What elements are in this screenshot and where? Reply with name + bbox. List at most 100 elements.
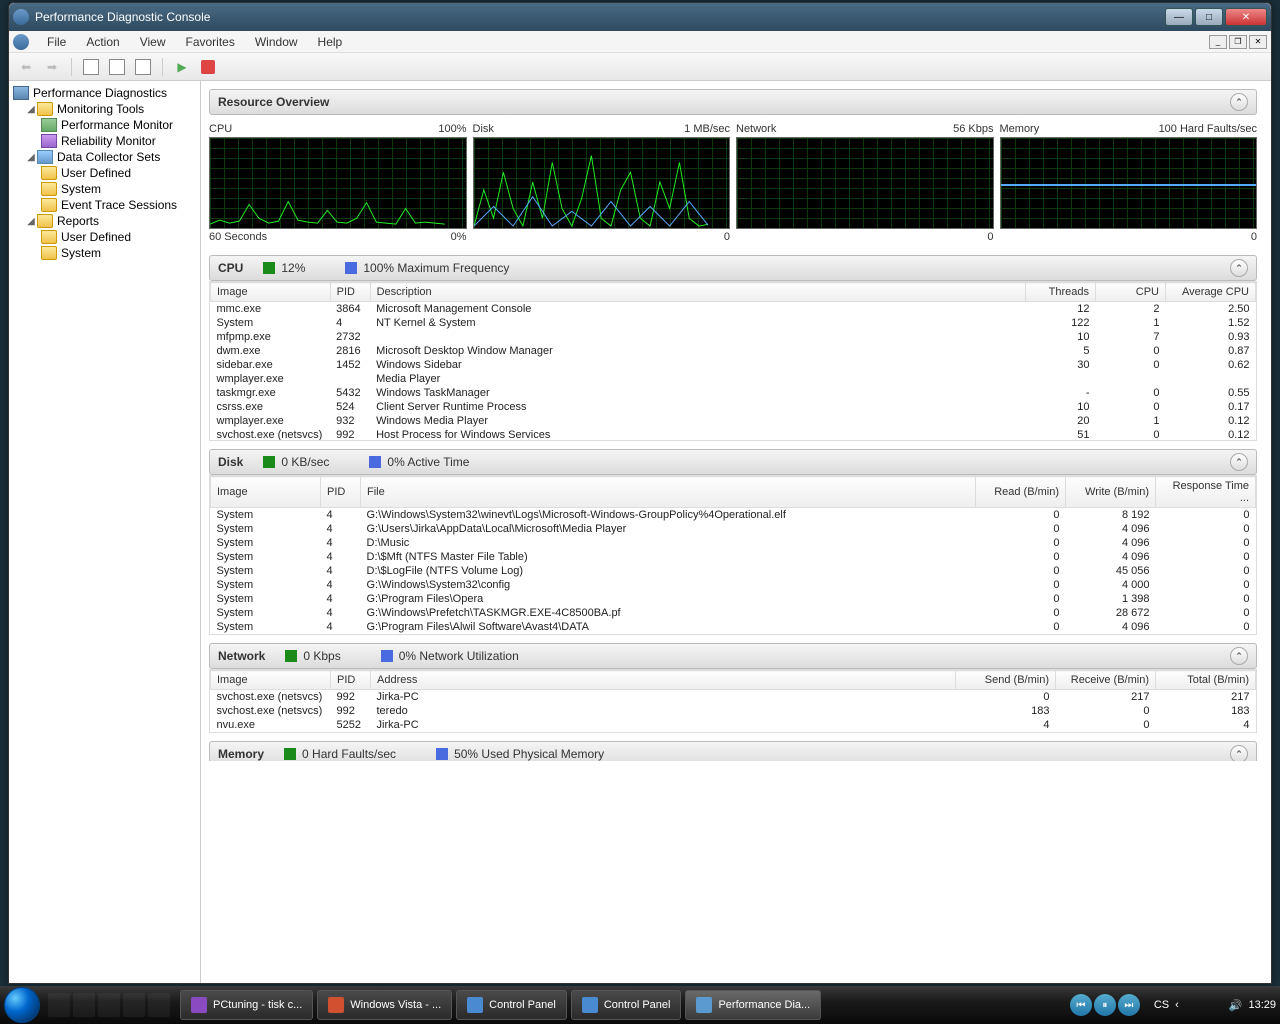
table-row[interactable]: taskmgr.exe5432Windows TaskManager-00.55 bbox=[211, 386, 1256, 400]
tree-reports[interactable]: ◢Reports bbox=[11, 213, 198, 229]
table-row[interactable]: csrss.exe524Client Server Runtime Proces… bbox=[211, 400, 1256, 414]
taskbar-item[interactable]: Windows Vista - ... bbox=[317, 990, 452, 1020]
minimize-button[interactable]: — bbox=[1165, 8, 1193, 26]
table-row[interactable]: svchost.exe (netsvcs)992teredo1830183 bbox=[211, 704, 1256, 718]
taskbar[interactable]: PCtuning - tisk c...Windows Vista - ...C… bbox=[0, 986, 1280, 1024]
table-row[interactable]: System4G:\Program Files\Opera01 3980 bbox=[211, 592, 1256, 606]
table-row[interactable]: System4G:\Windows\Prefetch\TASKMGR.EXE-4… bbox=[211, 606, 1256, 620]
tree-user-defined[interactable]: User Defined bbox=[11, 165, 198, 181]
quick-launch-button[interactable] bbox=[148, 993, 170, 1017]
collapse-icon[interactable]: ⌃ bbox=[1230, 259, 1248, 277]
start-button[interactable] bbox=[4, 987, 40, 1023]
cpu-table-wrap[interactable]: Image PID Description Threads CPU Averag… bbox=[209, 281, 1257, 441]
mdi-restore-button[interactable]: ❐ bbox=[1229, 35, 1247, 49]
menu-view[interactable]: View bbox=[130, 33, 176, 51]
tree-system[interactable]: System bbox=[11, 181, 198, 197]
tree-reports-user-defined[interactable]: User Defined bbox=[11, 229, 198, 245]
menu-action[interactable]: Action bbox=[76, 33, 129, 51]
table-row[interactable]: dwm.exe2816Microsoft Desktop Window Mana… bbox=[211, 344, 1256, 358]
forward-button[interactable]: ➡ bbox=[41, 56, 63, 78]
collapse-icon[interactable]: ⌃ bbox=[1230, 453, 1248, 471]
col-image[interactable]: Image bbox=[211, 477, 321, 508]
tree-root[interactable]: Performance Diagnostics bbox=[11, 85, 198, 101]
table-row[interactable]: System4D:\Music04 0960 bbox=[211, 536, 1256, 550]
col-threads[interactable]: Threads bbox=[1026, 283, 1096, 302]
tree-monitoring-tools[interactable]: ◢Monitoring Tools bbox=[11, 101, 198, 117]
volume-icon[interactable]: 🔊 bbox=[1229, 999, 1243, 1012]
col-resp[interactable]: Response Time ... bbox=[1156, 477, 1256, 508]
network-section-header[interactable]: Network 0 Kbps 0% Network Utilization ⌃ bbox=[209, 643, 1257, 669]
table-row[interactable]: mfpmp.exe27321070.93 bbox=[211, 330, 1256, 344]
collapse-icon[interactable]: ◢ bbox=[25, 104, 37, 115]
quick-launch-button[interactable] bbox=[98, 993, 120, 1017]
table-row[interactable]: wmplayer.exe932Windows Media Player2010.… bbox=[211, 414, 1256, 428]
col-recv[interactable]: Receive (B/min) bbox=[1056, 671, 1156, 690]
tree-event-trace-sessions[interactable]: Event Trace Sessions bbox=[11, 197, 198, 213]
col-image[interactable]: Image bbox=[211, 283, 331, 302]
table-row[interactable]: System4G:\Windows\System32\winevt\Logs\M… bbox=[211, 508, 1256, 523]
col-addr[interactable]: Address bbox=[371, 671, 956, 690]
close-button[interactable]: ✕ bbox=[1225, 8, 1267, 26]
col-send[interactable]: Send (B/min) bbox=[956, 671, 1056, 690]
media-next-button[interactable]: ⏭ bbox=[1118, 994, 1140, 1016]
collapse-icon[interactable]: ⌃ bbox=[1230, 93, 1248, 111]
quick-launch-button[interactable] bbox=[48, 993, 70, 1017]
media-prev-button[interactable]: ⏮ bbox=[1070, 994, 1092, 1016]
resource-overview-header[interactable]: Resource Overview ⌃ bbox=[209, 89, 1257, 115]
disk-table-wrap[interactable]: Image PID File Read (B/min) Write (B/min… bbox=[209, 475, 1257, 635]
col-pid[interactable]: PID bbox=[321, 477, 361, 508]
table-row[interactable]: System4D:\$Mft (NTFS Master File Table)0… bbox=[211, 550, 1256, 564]
col-total[interactable]: Total (B/min) bbox=[1156, 671, 1256, 690]
collapse-icon[interactable]: ◢ bbox=[25, 152, 37, 163]
table-row[interactable]: System4G:\Windows\System32\config04 0000 bbox=[211, 578, 1256, 592]
taskbar-item[interactable]: Performance Dia... bbox=[685, 990, 821, 1020]
tree-reliability-monitor[interactable]: Reliability Monitor bbox=[11, 133, 198, 149]
table-row[interactable]: System4G:\Users\Jirka\AppData\Local\Micr… bbox=[211, 522, 1256, 536]
memory-section-header[interactable]: Memory 0 Hard Faults/sec 50% Used Physic… bbox=[209, 741, 1257, 761]
col-pid[interactable]: PID bbox=[331, 671, 371, 690]
tray-icon[interactable] bbox=[1207, 997, 1223, 1013]
stop-button[interactable] bbox=[197, 56, 219, 78]
table-row[interactable]: System4G:\Program Files\Alwil Software\A… bbox=[211, 620, 1256, 634]
col-pid[interactable]: PID bbox=[330, 283, 370, 302]
menu-window[interactable]: Window bbox=[245, 33, 308, 51]
col-file[interactable]: File bbox=[361, 477, 976, 508]
col-desc[interactable]: Description bbox=[370, 283, 1025, 302]
table-row[interactable]: mmc.exe3864Microsoft Management Console1… bbox=[211, 302, 1256, 317]
table-row[interactable]: wmplayer.exeMedia Player bbox=[211, 372, 1256, 386]
tree-data-collector-sets[interactable]: ◢Data Collector Sets bbox=[11, 149, 198, 165]
col-write[interactable]: Write (B/min) bbox=[1066, 477, 1156, 508]
mdi-close-button[interactable]: ✕ bbox=[1249, 35, 1267, 49]
titlebar[interactable]: Performance Diagnostic Console — □ ✕ bbox=[9, 3, 1271, 31]
play-button[interactable]: ▶ bbox=[171, 56, 193, 78]
col-avg[interactable]: Average CPU bbox=[1166, 283, 1256, 302]
table-row[interactable]: svchost.exe (netsvcs)992Host Process for… bbox=[211, 428, 1256, 441]
taskbar-item[interactable]: Control Panel bbox=[456, 990, 567, 1020]
table-row[interactable]: svchost.exe (netsvcs)992Jirka-PC0217217 bbox=[211, 690, 1256, 705]
mdi-minimize-button[interactable]: _ bbox=[1209, 35, 1227, 49]
collapse-icon[interactable]: ⌃ bbox=[1230, 745, 1248, 761]
quick-launch-button[interactable] bbox=[73, 993, 95, 1017]
quick-launch-button[interactable] bbox=[123, 993, 145, 1017]
collapse-icon[interactable]: ⌃ bbox=[1230, 647, 1248, 665]
col-cpu[interactable]: CPU bbox=[1096, 283, 1166, 302]
network-table-wrap[interactable]: Image PID Address Send (B/min) Receive (… bbox=[209, 669, 1257, 733]
tree-reports-system[interactable]: System bbox=[11, 245, 198, 261]
back-button[interactable]: ⬅ bbox=[15, 56, 37, 78]
taskbar-item[interactable]: PCtuning - tisk c... bbox=[180, 990, 313, 1020]
media-pause-button[interactable]: ⏸ bbox=[1094, 994, 1116, 1016]
table-row[interactable]: nvu.exe5252Jirka-PC404 bbox=[211, 718, 1256, 732]
col-image[interactable]: Image bbox=[211, 671, 331, 690]
taskbar-item[interactable]: Control Panel bbox=[571, 990, 682, 1020]
toolbar-view3-button[interactable] bbox=[132, 56, 154, 78]
toolbar-view2-button[interactable] bbox=[106, 56, 128, 78]
menu-favorites[interactable]: Favorites bbox=[176, 33, 245, 51]
cpu-section-header[interactable]: CPU 12% 100% Maximum Frequency ⌃ bbox=[209, 255, 1257, 281]
disk-section-header[interactable]: Disk 0 KB/sec 0% Active Time ⌃ bbox=[209, 449, 1257, 475]
collapse-icon[interactable]: ◢ bbox=[25, 216, 37, 227]
language-indicator[interactable]: CS bbox=[1154, 999, 1169, 1011]
toolbar-view1-button[interactable] bbox=[80, 56, 102, 78]
table-row[interactable]: sidebar.exe1452Windows Sidebar3000.62 bbox=[211, 358, 1256, 372]
menu-file[interactable]: File bbox=[37, 33, 76, 51]
tray-chevron-icon[interactable]: ‹ bbox=[1175, 999, 1179, 1011]
